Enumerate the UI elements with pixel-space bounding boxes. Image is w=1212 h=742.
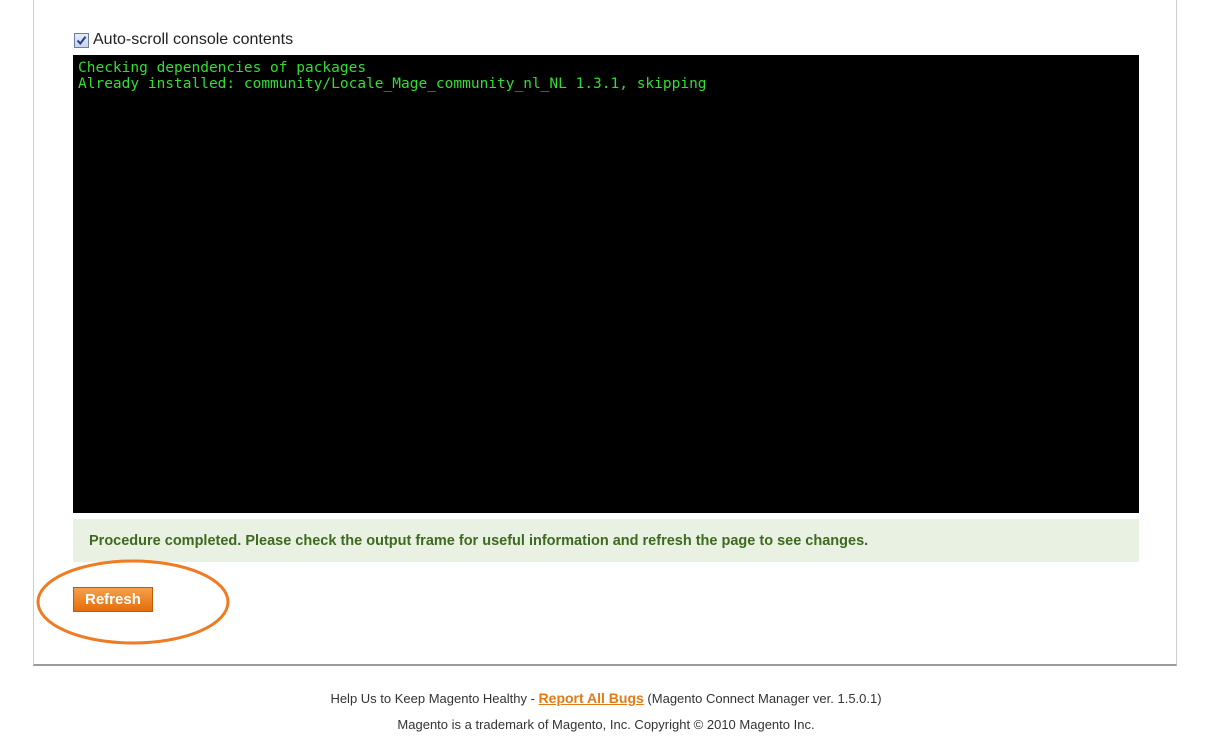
- footer-copyright: Magento is a trademark of Magento, Inc. …: [397, 717, 815, 732]
- success-message: Procedure completed. Please check the ou…: [73, 519, 1139, 562]
- console-line: Checking dependencies of packages: [78, 60, 367, 76]
- success-message-text: Procedure completed. Please check the ou…: [89, 532, 869, 549]
- page: Auto-scroll console contents Checking de…: [0, 0, 1212, 742]
- autoscroll-label: Auto-scroll console contents: [93, 31, 294, 48]
- refresh-button-label: Refresh: [85, 591, 141, 608]
- console-line: Already installed: community/Locale_Mage…: [78, 76, 707, 92]
- checkmark-icon: [76, 35, 87, 45]
- autoscroll-option[interactable]: Auto-scroll console contents: [74, 31, 293, 49]
- footer-version: (Magento Connect Manager ver. 1.5.0.1): [643, 691, 882, 706]
- footer-bug-report: Help Us to Keep Magento Healthy - Report…: [0, 690, 1212, 706]
- console-output[interactable]: Checking dependencies of packages Already…: [73, 55, 1139, 513]
- footer-prefix: Help Us to Keep Magento Healthy -: [330, 691, 539, 706]
- autoscroll-checkbox[interactable]: [74, 32, 89, 48]
- report-bugs-link[interactable]: Report All Bugs: [539, 690, 644, 706]
- refresh-button[interactable]: Refresh: [73, 587, 153, 612]
